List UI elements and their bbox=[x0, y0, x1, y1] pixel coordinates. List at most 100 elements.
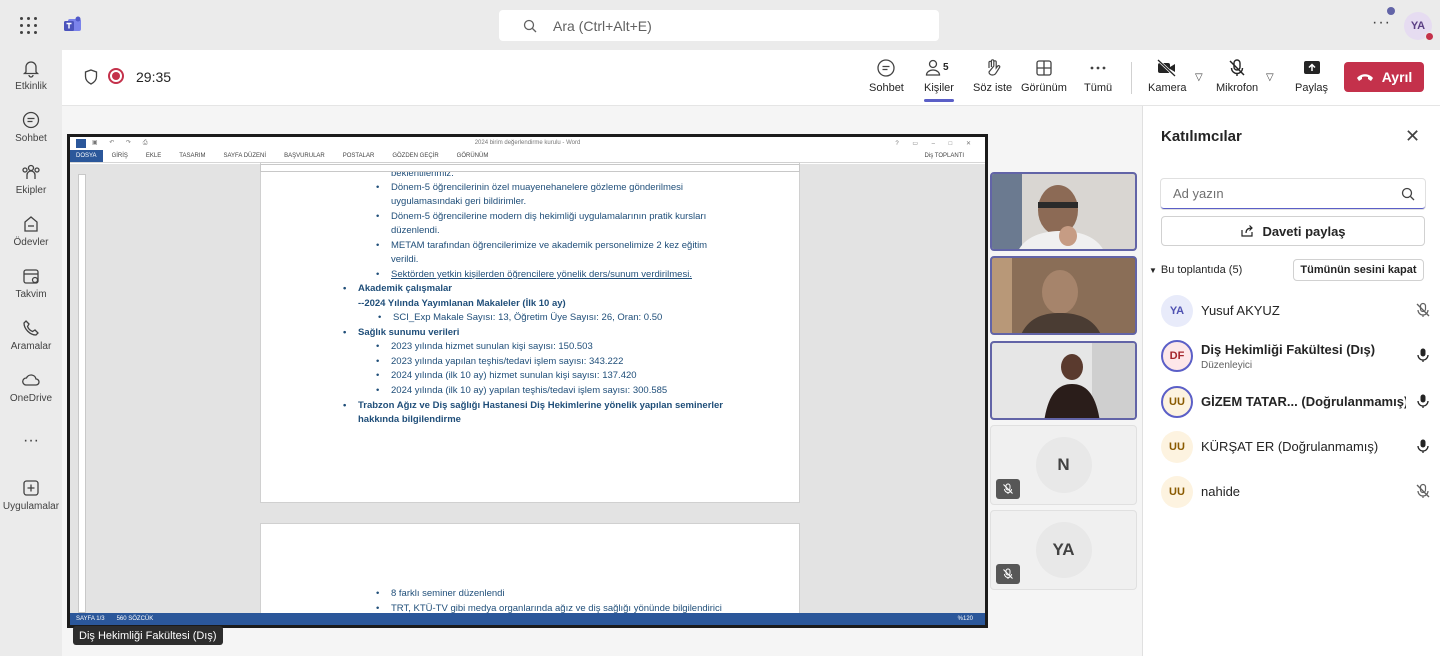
doc-line: • 8 farklı seminer düzenlendi bbox=[376, 588, 505, 599]
calendar-icon bbox=[23, 269, 39, 284]
mic-off-icon bbox=[1229, 59, 1245, 76]
doc-line-text: 2024 yılında (ilk 10 ay) yapılan teşhis/… bbox=[391, 385, 668, 396]
rail-item-more[interactable]: ··· bbox=[0, 432, 62, 450]
participant-row[interactable]: UU KÜRŞAT ER (Doğrulanmamış) bbox=[1161, 427, 1431, 467]
rail-item-chat[interactable]: Sohbet bbox=[0, 110, 62, 144]
doc-line-text: METAM tarafından öğrencilerimize ve akad… bbox=[391, 240, 708, 251]
doc-line-text: Sektörden yetkin kişilerden öğrencilere … bbox=[391, 269, 692, 280]
participant-row[interactable]: UU nahide bbox=[1161, 472, 1431, 512]
avatar-tile[interactable]: YA bbox=[990, 510, 1137, 590]
rail-item-activity[interactable]: Etkinlik bbox=[0, 58, 62, 92]
chat-icon bbox=[877, 59, 896, 77]
word-status-bar: SAYFA 1/3 560 SÖZCÜK %120 bbox=[70, 613, 985, 625]
close-icon[interactable]: ✕ bbox=[1405, 126, 1420, 147]
doc-line-text: 2024 yılında (ilk 10 ay) hizmet sunulan … bbox=[391, 370, 637, 381]
participant-role: Düzenleyici bbox=[1201, 360, 1253, 371]
shared-screen: ▣ ↶ ↷ ⎙ 2024 birim değerlendirme kurulu … bbox=[67, 134, 988, 628]
camera-off-icon bbox=[1157, 59, 1177, 77]
cloud-icon bbox=[22, 374, 40, 386]
doc-line-text: Trabzon Ağız ve Diş sağlığı Hastanesi Di… bbox=[358, 400, 724, 411]
camera-options-chevron-icon[interactable]: ▽ bbox=[1195, 72, 1203, 83]
doc-line-text: SCI_Exp Makale Sayısı: 13, Öğretim Üye S… bbox=[393, 312, 663, 323]
doc-line-text: Sağlık sunumu verileri bbox=[358, 327, 460, 338]
in-meeting-section[interactable]: ▼ Bu toplantıda (5) bbox=[1149, 264, 1242, 276]
doc-line: • Trabzon Ağız ve Diş sağlığı Hastanesi D… bbox=[343, 400, 724, 411]
search-input[interactable]: Ara (Ctrl+Alt+E) bbox=[499, 10, 939, 41]
muted-mic-icon bbox=[996, 564, 1020, 584]
raise-hand-button[interactable]: Söz iste bbox=[973, 58, 1012, 94]
presenter-label: Diş Hekimliği Fakültesi (Dış) bbox=[73, 626, 223, 645]
avatar: YA bbox=[1161, 295, 1193, 327]
share-button[interactable]: Paylaş bbox=[1295, 58, 1328, 94]
more-icon bbox=[1090, 66, 1106, 70]
mic-options-chevron-icon[interactable]: ▽ bbox=[1266, 72, 1274, 83]
doc-line: • Dönem-5 öğrencilerinin özel muayenehane… bbox=[376, 182, 684, 193]
ribbon-tab: BAŞVURULAR bbox=[284, 152, 325, 159]
mute-all-button[interactable]: Tümünün sesini kapat bbox=[1293, 259, 1424, 281]
leave-button[interactable]: Ayrıl bbox=[1344, 62, 1424, 92]
participant-row[interactable]: UU GİZEM TATAR... (Doğrulanmamış) bbox=[1161, 382, 1431, 422]
toolbar-divider bbox=[1131, 62, 1132, 94]
grid-view-icon bbox=[1036, 60, 1052, 76]
participant-name: GİZEM TATAR... (Doğrulanmamış) bbox=[1201, 394, 1406, 409]
avatar-initials: YA bbox=[1410, 20, 1426, 32]
rail-item-calendar[interactable]: Takvim bbox=[0, 266, 62, 300]
avatar: UU bbox=[1161, 386, 1193, 418]
doc-line: • 2024 yılında (ilk 10 ay) hizmet sunulan… bbox=[376, 370, 637, 381]
ribbon-tab: SAYFA DÜZENİ bbox=[223, 152, 267, 159]
ribbon-tab: GİRİŞ bbox=[111, 152, 128, 159]
invite-label: Daveti paylaş bbox=[1262, 223, 1346, 239]
avatar-tile[interactable]: N bbox=[990, 425, 1137, 505]
rail-label: Etkinlik bbox=[15, 81, 47, 92]
participant-video bbox=[992, 343, 1135, 418]
app-launcher-icon[interactable] bbox=[20, 17, 38, 35]
chat-label: Sohbet bbox=[869, 82, 904, 94]
doc-line-text: Akademik çalışmalar bbox=[358, 283, 453, 294]
horizontal-ruler bbox=[260, 164, 800, 172]
participant-search-input[interactable]: Ad yazın bbox=[1161, 179, 1425, 209]
share-label: Paylaş bbox=[1295, 82, 1329, 94]
assignments-icon bbox=[24, 216, 38, 232]
section-label: Bu toplantıda (5) bbox=[1160, 264, 1243, 276]
people-button[interactable]: 5 Kişiler bbox=[924, 58, 954, 102]
mic-icon bbox=[1417, 439, 1429, 453]
rail-item-teams[interactable]: Ekipler bbox=[0, 162, 62, 196]
rail-item-apps[interactable]: Uygulamalar bbox=[0, 478, 62, 512]
mic-label: Mikrofon bbox=[1216, 82, 1259, 94]
panel-title: Katılımcılar bbox=[1161, 128, 1242, 145]
mic-icon bbox=[1417, 394, 1429, 408]
search-placeholder: Ara (Ctrl+Alt+E) bbox=[553, 17, 652, 34]
doc-line-text: 2023 yılında yapılan teşhis/tedavi işlem… bbox=[391, 356, 624, 367]
chat-button[interactable]: Sohbet bbox=[869, 58, 904, 94]
rail-item-assignments[interactable]: Ödevler bbox=[0, 214, 62, 248]
more-options-icon[interactable]: ··· bbox=[1372, 14, 1391, 32]
user-avatar[interactable]: YA bbox=[1404, 12, 1434, 41]
mic-button[interactable]: Mikrofon bbox=[1216, 58, 1258, 94]
meeting-toolbar: 29:35 Sohbet 5 Kişiler Söz iste Görünüm … bbox=[62, 50, 1440, 106]
more-actions-button[interactable]: Tümü bbox=[1084, 58, 1112, 94]
participant-row[interactable]: YA Yusuf AKYUZ bbox=[1161, 291, 1431, 331]
add-apps-icon bbox=[23, 480, 39, 496]
muted-mic-icon bbox=[996, 479, 1020, 499]
rail-item-calls[interactable]: Aramalar bbox=[0, 318, 62, 352]
mic-icon bbox=[1417, 348, 1429, 362]
video-tile[interactable] bbox=[990, 256, 1137, 335]
rail-label: Ödevler bbox=[13, 237, 49, 248]
video-tile[interactable] bbox=[990, 172, 1137, 251]
view-button[interactable]: Görünüm bbox=[1021, 58, 1067, 94]
tile-initials: YA bbox=[1035, 522, 1092, 578]
participants-panel: Katılımcılar ✕ Ad yazın Daveti paylaş ▼ B… bbox=[1142, 106, 1440, 656]
word-document-area: beklentilerimiz. • Dönem-5 öğrencilerinin… bbox=[70, 162, 985, 625]
share-invite-button[interactable]: Daveti paylaş bbox=[1161, 216, 1425, 246]
doc-line: düzenlendi. bbox=[391, 225, 440, 236]
hang-up-icon bbox=[1356, 74, 1373, 81]
hand-icon bbox=[987, 59, 1000, 76]
rail-item-onedrive[interactable]: OneDrive bbox=[0, 370, 62, 404]
status-page: SAYFA 1/3 bbox=[76, 616, 105, 622]
camera-button[interactable]: Kamera bbox=[1148, 58, 1187, 94]
video-tile[interactable] bbox=[990, 341, 1137, 420]
rail-label: Sohbet bbox=[15, 133, 47, 144]
ribbon-tab: EKLE bbox=[145, 152, 162, 159]
participant-row[interactable]: DF Diş Hekimliği Fakültesi (Dış) Düzenle… bbox=[1161, 336, 1431, 376]
share-icon bbox=[1241, 225, 1254, 237]
